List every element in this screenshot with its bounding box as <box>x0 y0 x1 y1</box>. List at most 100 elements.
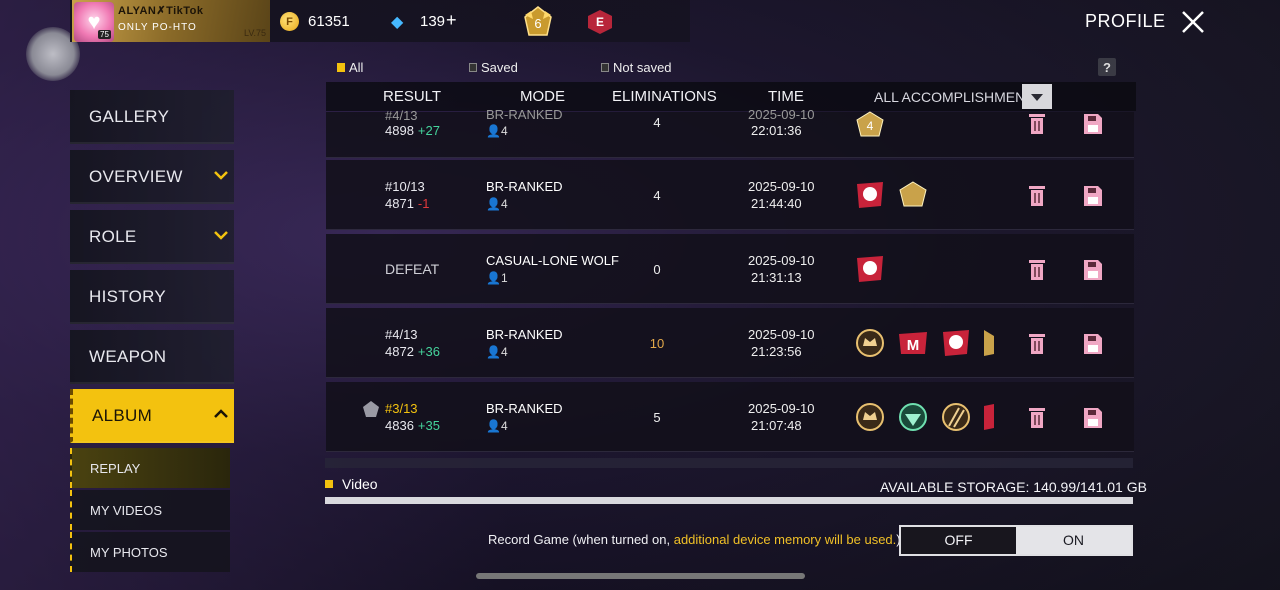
sidebar-item-album[interactable]: ALBUM <box>70 389 234 443</box>
storage-fill <box>325 497 1133 504</box>
storage-bar <box>325 497 1133 504</box>
sidebar-item-overview[interactable]: OVERVIEW <box>70 150 234 204</box>
result-points: 4872 +36 <box>385 344 440 359</box>
trash-icon[interactable] <box>1026 258 1048 282</box>
home-indicator[interactable] <box>476 573 805 579</box>
trash-icon[interactable] <box>1026 406 1048 430</box>
players-count: 👤1 <box>486 271 508 285</box>
header-time: TIME <box>768 88 804 105</box>
save-icon[interactable] <box>1082 112 1104 136</box>
player-name: ALYAN✗TikTok <box>118 5 204 17</box>
subitem-replay[interactable]: REPLAY <box>70 448 230 488</box>
rank-medal-icon: 4 <box>856 111 884 137</box>
svg-text:M: M <box>907 337 920 354</box>
filter-all[interactable]: All <box>337 60 363 75</box>
sidebar-item-history[interactable]: HISTORY <box>70 270 234 324</box>
accomplishments-dropdown[interactable] <box>1022 84 1052 109</box>
elims-count: 5 <box>653 410 661 425</box>
result-points: 4836 +35 <box>385 418 440 433</box>
chevron-down-icon <box>214 231 228 240</box>
trash-icon[interactable] <box>1026 112 1048 136</box>
match-date: 2025-09-10 <box>748 253 815 268</box>
close-icon[interactable] <box>1178 7 1208 37</box>
crown-medal-icon <box>856 329 884 357</box>
subitem-label: MY VIDEOS <box>90 503 163 518</box>
sidebar-item-weapon[interactable]: WEAPON <box>70 330 234 384</box>
match-time: 21:07:48 <box>751 418 802 433</box>
add-diamonds-button[interactable]: + <box>446 10 457 31</box>
caret-down-icon <box>1031 94 1043 101</box>
players-count: 👤4 <box>486 124 508 138</box>
coin-count: 61351 <box>308 13 350 30</box>
elims-count: 4 <box>653 188 661 203</box>
mode-label: BR-RANKED <box>486 401 563 416</box>
diamond-count: 139 <box>420 13 446 30</box>
match-time: 21:31:13 <box>751 270 802 285</box>
sidebar-item-label: HISTORY <box>89 287 167 306</box>
claw-medal-icon <box>942 403 970 431</box>
match-date: 2025-09-10 <box>748 327 815 342</box>
player-tag: ONLY PO-HTO <box>118 22 197 33</box>
mode-label: BR-RANKED <box>486 107 563 122</box>
subitem-label: MY PHOTOS <box>90 545 168 560</box>
table-row[interactable]: DEFEAT CASUAL-LONE WOLF 👤1 0 2025-09-10 … <box>326 234 1134 304</box>
help-icon[interactable]: ? <box>1098 58 1116 76</box>
save-icon[interactable] <box>1082 406 1104 430</box>
mode-label: BR-RANKED <box>486 327 563 342</box>
filter-label: Not saved <box>613 60 672 75</box>
list-scrollbar[interactable] <box>325 458 1133 468</box>
record-toggle[interactable]: OFF ON <box>899 525 1133 556</box>
match-time: 21:44:40 <box>751 196 802 211</box>
elims-count: 10 <box>649 336 665 351</box>
result-rank: #4/13 <box>385 327 418 342</box>
rank-number: 6 <box>534 16 541 31</box>
match-date: 2025-09-10 <box>748 401 815 416</box>
toggle-off-button[interactable]: OFF <box>901 527 1016 554</box>
table-header: RESULT MODE ELIMINATIONS TIME ALL ACCOMP… <box>326 82 1136 111</box>
chevron-down-icon <box>214 171 228 180</box>
subitem-label: REPLAY <box>90 461 141 476</box>
toggle-on-button[interactable]: ON <box>1016 527 1131 554</box>
filter-label: Saved <box>481 60 518 75</box>
result-rank: #10/13 <box>385 179 425 194</box>
match-date: 2025-09-10 <box>748 179 815 194</box>
trash-icon[interactable] <box>1026 332 1048 356</box>
save-icon[interactable] <box>1082 258 1104 282</box>
sidebar-item-label: WEAPON <box>89 347 167 366</box>
sidebar-item-label: ROLE <box>89 227 137 246</box>
table-row[interactable]: #3/13 4836 +35 BR-RANKED 👤4 5 2025-09-10 … <box>326 382 1134 452</box>
sidebar-item-label: OVERVIEW <box>89 167 183 186</box>
match-time: 22:01:36 <box>751 123 802 138</box>
table-row[interactable]: #10/13 4871 -1 BR-RANKED 👤4 4 2025-09-10 … <box>326 160 1134 230</box>
filter-not-saved[interactable]: Not saved <box>601 60 672 75</box>
sidebar-item-label: GALLERY <box>89 107 170 126</box>
chevron-up-icon <box>214 409 228 418</box>
header-mode: MODE <box>520 88 565 105</box>
player-banner[interactable]: ♥ 75 ALYAN✗TikTok ONLY PO-HTO LV.75 <box>72 0 270 42</box>
mode-label: CASUAL-LONE WOLF <box>486 253 619 268</box>
avatar-level: 75 <box>98 30 111 39</box>
table-row[interactable]: #4/13 4898 +27 BR-RANKED 👤4 4 2025-09-10 … <box>326 107 1134 158</box>
sidebar-item-gallery[interactable]: GALLERY <box>70 90 234 144</box>
save-icon[interactable] <box>1082 184 1104 208</box>
table-row[interactable]: #4/13 4872 +36 BR-RANKED 👤4 10 2025-09-10… <box>326 308 1134 378</box>
storage-label: AVAILABLE STORAGE: 140.99/141.01 GB <box>880 479 1147 495</box>
save-icon[interactable] <box>1082 332 1104 356</box>
elims-count: 4 <box>653 115 661 130</box>
sidebar-item-role[interactable]: ROLE <box>70 210 234 264</box>
subitem-my-photos[interactable]: MY PHOTOS <box>70 532 230 572</box>
trash-icon[interactable] <box>1026 184 1048 208</box>
elims-count: 0 <box>653 262 661 277</box>
filter-saved[interactable]: Saved <box>469 60 518 75</box>
match-date: 2025-09-10 <box>748 107 815 122</box>
rank-badge-icon[interactable]: 6 <box>521 5 555 37</box>
video-legend-icon <box>325 480 333 488</box>
record-description: Record Game (when turned on, additional … <box>488 532 901 547</box>
subitem-my-videos[interactable]: MY VIDEOS <box>70 490 230 530</box>
header-accomplishments[interactable]: ALL ACCOMPLISHMENTS <box>874 89 1043 105</box>
page-title: PROFILE <box>1085 11 1166 31</box>
skull-badge-icon <box>857 256 883 282</box>
banner-rank: LV.75 <box>244 28 267 38</box>
heal-badge-icon <box>899 403 927 431</box>
players-count: 👤4 <box>486 197 508 211</box>
